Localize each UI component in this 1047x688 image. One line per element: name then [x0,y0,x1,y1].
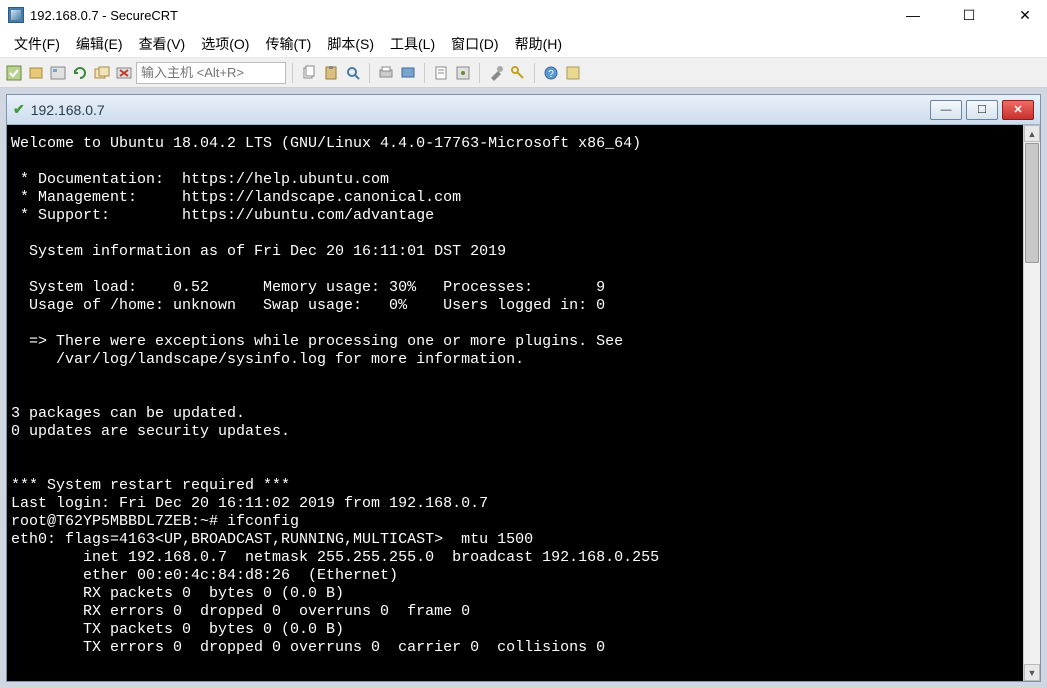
session-window-controls: — ☐ ✕ [930,100,1034,120]
find-icon[interactable] [343,63,363,83]
about-icon[interactable] [563,63,583,83]
close-button[interactable]: ✕ [1011,5,1039,25]
disconnect-icon[interactable] [114,63,134,83]
menu-transfer[interactable]: 传输(T) [257,32,319,56]
connect-icon[interactable] [26,63,46,83]
scrollbar-up-arrow-icon[interactable]: ▲ [1024,125,1040,142]
copy-icon[interactable] [299,63,319,83]
host-input[interactable] [136,62,286,84]
options-icon[interactable] [453,63,473,83]
terminal-output[interactable]: Welcome to Ubuntu 18.04.2 LTS (GNU/Linux… [7,125,1023,681]
session-maximize-button[interactable]: ☐ [966,100,998,120]
window-titlebar: 192.168.0.7 - SecureCRT — ☐ ✕ [0,0,1047,30]
toolbar-separator [534,63,535,83]
toolbar-separator [292,63,293,83]
session-manager-icon[interactable] [48,63,68,83]
connected-check-icon: ✔ [13,101,25,118]
menu-options[interactable]: 选项(O) [193,32,257,56]
minimize-button[interactable]: — [899,5,927,25]
session-close-button[interactable]: ✕ [1002,100,1034,120]
menu-view[interactable]: 查看(V) [131,32,194,56]
toolbar-separator [369,63,370,83]
properties-icon[interactable] [431,63,451,83]
toolbar: ? [0,58,1047,88]
window-title: 192.168.0.7 - SecureCRT [30,8,178,23]
screen-icon[interactable] [398,63,418,83]
paste-icon[interactable] [321,63,341,83]
help-icon[interactable]: ? [541,63,561,83]
svg-text:?: ? [548,69,554,80]
scrollbar-down-arrow-icon[interactable]: ▼ [1024,664,1040,681]
menu-window[interactable]: 窗口(D) [443,32,506,56]
vertical-scrollbar[interactable]: ▲ ▼ [1023,125,1040,681]
toolbar-separator [479,63,480,83]
menu-help[interactable]: 帮助(H) [507,32,570,56]
session-minimize-button[interactable]: — [930,100,962,120]
maximize-button[interactable]: ☐ [955,5,983,25]
menu-script[interactable]: 脚本(S) [319,32,382,56]
toolbar-separator [424,63,425,83]
session-window: ✔ 192.168.0.7 — ☐ ✕ Welcome to Ubuntu 18… [6,94,1041,682]
terminal-container: Welcome to Ubuntu 18.04.2 LTS (GNU/Linux… [7,125,1040,681]
session-titlebar[interactable]: ✔ 192.168.0.7 — ☐ ✕ [7,95,1040,125]
tools-icon[interactable] [486,63,506,83]
menu-file[interactable]: 文件(F) [6,32,68,56]
print-icon[interactable] [376,63,396,83]
quick-connect-icon[interactable] [4,63,24,83]
workarea: ✔ 192.168.0.7 — ☐ ✕ Welcome to Ubuntu 18… [0,88,1047,688]
reconnect-icon[interactable] [70,63,90,83]
scrollbar-thumb[interactable] [1025,143,1039,263]
key-icon[interactable] [508,63,528,83]
sessions-icon[interactable] [92,63,112,83]
window-controls: — ☐ ✕ [899,5,1039,25]
menu-edit[interactable]: 编辑(E) [68,32,131,56]
menu-tools[interactable]: 工具(L) [382,32,443,56]
app-icon [8,7,24,23]
menubar: 文件(F) 编辑(E) 查看(V) 选项(O) 传输(T) 脚本(S) 工具(L… [0,30,1047,58]
session-title: 192.168.0.7 [31,102,105,118]
